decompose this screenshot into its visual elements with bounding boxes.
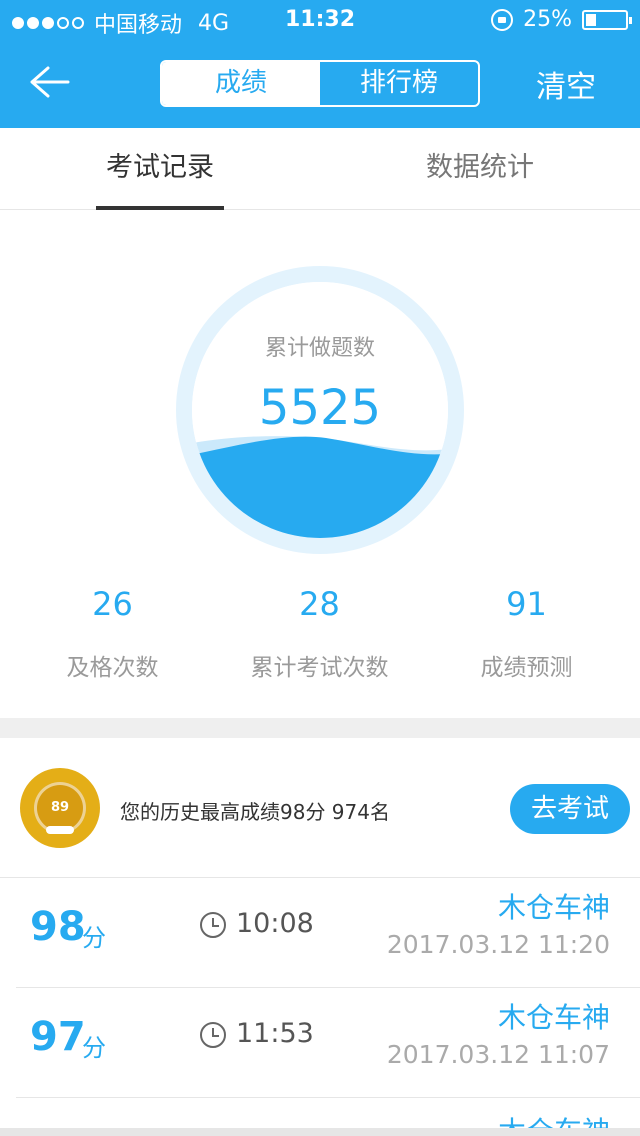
list-item[interactable]: 木仓车神 [16, 1098, 640, 1128]
battery-fill [586, 13, 596, 26]
tab-exam-records[interactable]: 考试记录 [96, 128, 224, 210]
top-header: 中国移动 4G 11:32 25% 成绩 排行榜 清空 [0, 0, 640, 128]
score-badge-icon: 89 [20, 768, 100, 848]
tab-bar: 考试记录 数据统计 [0, 128, 640, 210]
tab-statistics[interactable]: 数据统计 [416, 128, 544, 210]
record-score-unit: 分 [82, 924, 106, 952]
go-exam-button[interactable]: 去考试 [510, 784, 630, 834]
clock-icon [200, 912, 226, 938]
record-duration: 11:53 [236, 1018, 314, 1049]
list-item[interactable]: 98 分 10:08 木仓车神 2017.03.12 11:20 [16, 878, 640, 988]
record-name: 木仓车神 [498, 1110, 610, 1128]
clear-button[interactable]: 清空 [536, 62, 596, 106]
segmented-control: 成绩 排行榜 [160, 60, 480, 107]
battery-percent: 25% [523, 7, 572, 32]
list-item[interactable]: 97 分 11:53 木仓车神 2017.03.12 11:07 [16, 988, 640, 1098]
rotation-lock-icon [491, 8, 514, 31]
badge-pill [46, 826, 74, 834]
record-score-unit: 分 [82, 1034, 106, 1062]
nav-bar: 成绩 排行榜 清空 [0, 40, 640, 128]
clock-icon [200, 1022, 226, 1048]
segment-score[interactable]: 成绩 [162, 62, 320, 105]
badge-score: 89 [50, 800, 70, 815]
record-date: 2017.03.12 11:20 [386, 930, 610, 959]
arrow-left-icon [30, 66, 70, 98]
status-bar: 中国移动 4G 11:32 25% [0, 0, 640, 40]
back-button[interactable] [26, 62, 72, 102]
score-forecast-value: 91 [506, 585, 547, 623]
bottom-edge [0, 1128, 640, 1136]
record-duration: 10:08 [236, 908, 314, 939]
record-score: 97 [30, 1014, 86, 1060]
record-score: 98 [30, 904, 86, 950]
record-name: 木仓车神 [497, 891, 610, 924]
best-record-row: 89 您的历史最高成绩98分 974名 去考试 [0, 738, 640, 878]
exam-count-value: 28 [299, 585, 340, 623]
pass-count-label: 及格次数 [66, 655, 159, 681]
battery-icon [582, 9, 632, 30]
section-divider [0, 718, 640, 738]
exam-count-label: 累计考试次数 [250, 655, 389, 681]
pass-count-value: 26 [92, 585, 133, 623]
status-right: 25% [491, 7, 632, 32]
record-date: 2017.03.12 11:07 [386, 1040, 610, 1069]
best-score-text: 您的历史最高成绩98分 974名 [120, 800, 390, 824]
score-forecast-label: 成绩预测 [480, 655, 573, 681]
segment-ranking[interactable]: 排行榜 [320, 62, 478, 105]
total-questions-value: 5525 [258, 380, 382, 436]
record-name: 木仓车神 [497, 1001, 610, 1034]
total-questions-label: 累计做题数 [264, 336, 375, 361]
